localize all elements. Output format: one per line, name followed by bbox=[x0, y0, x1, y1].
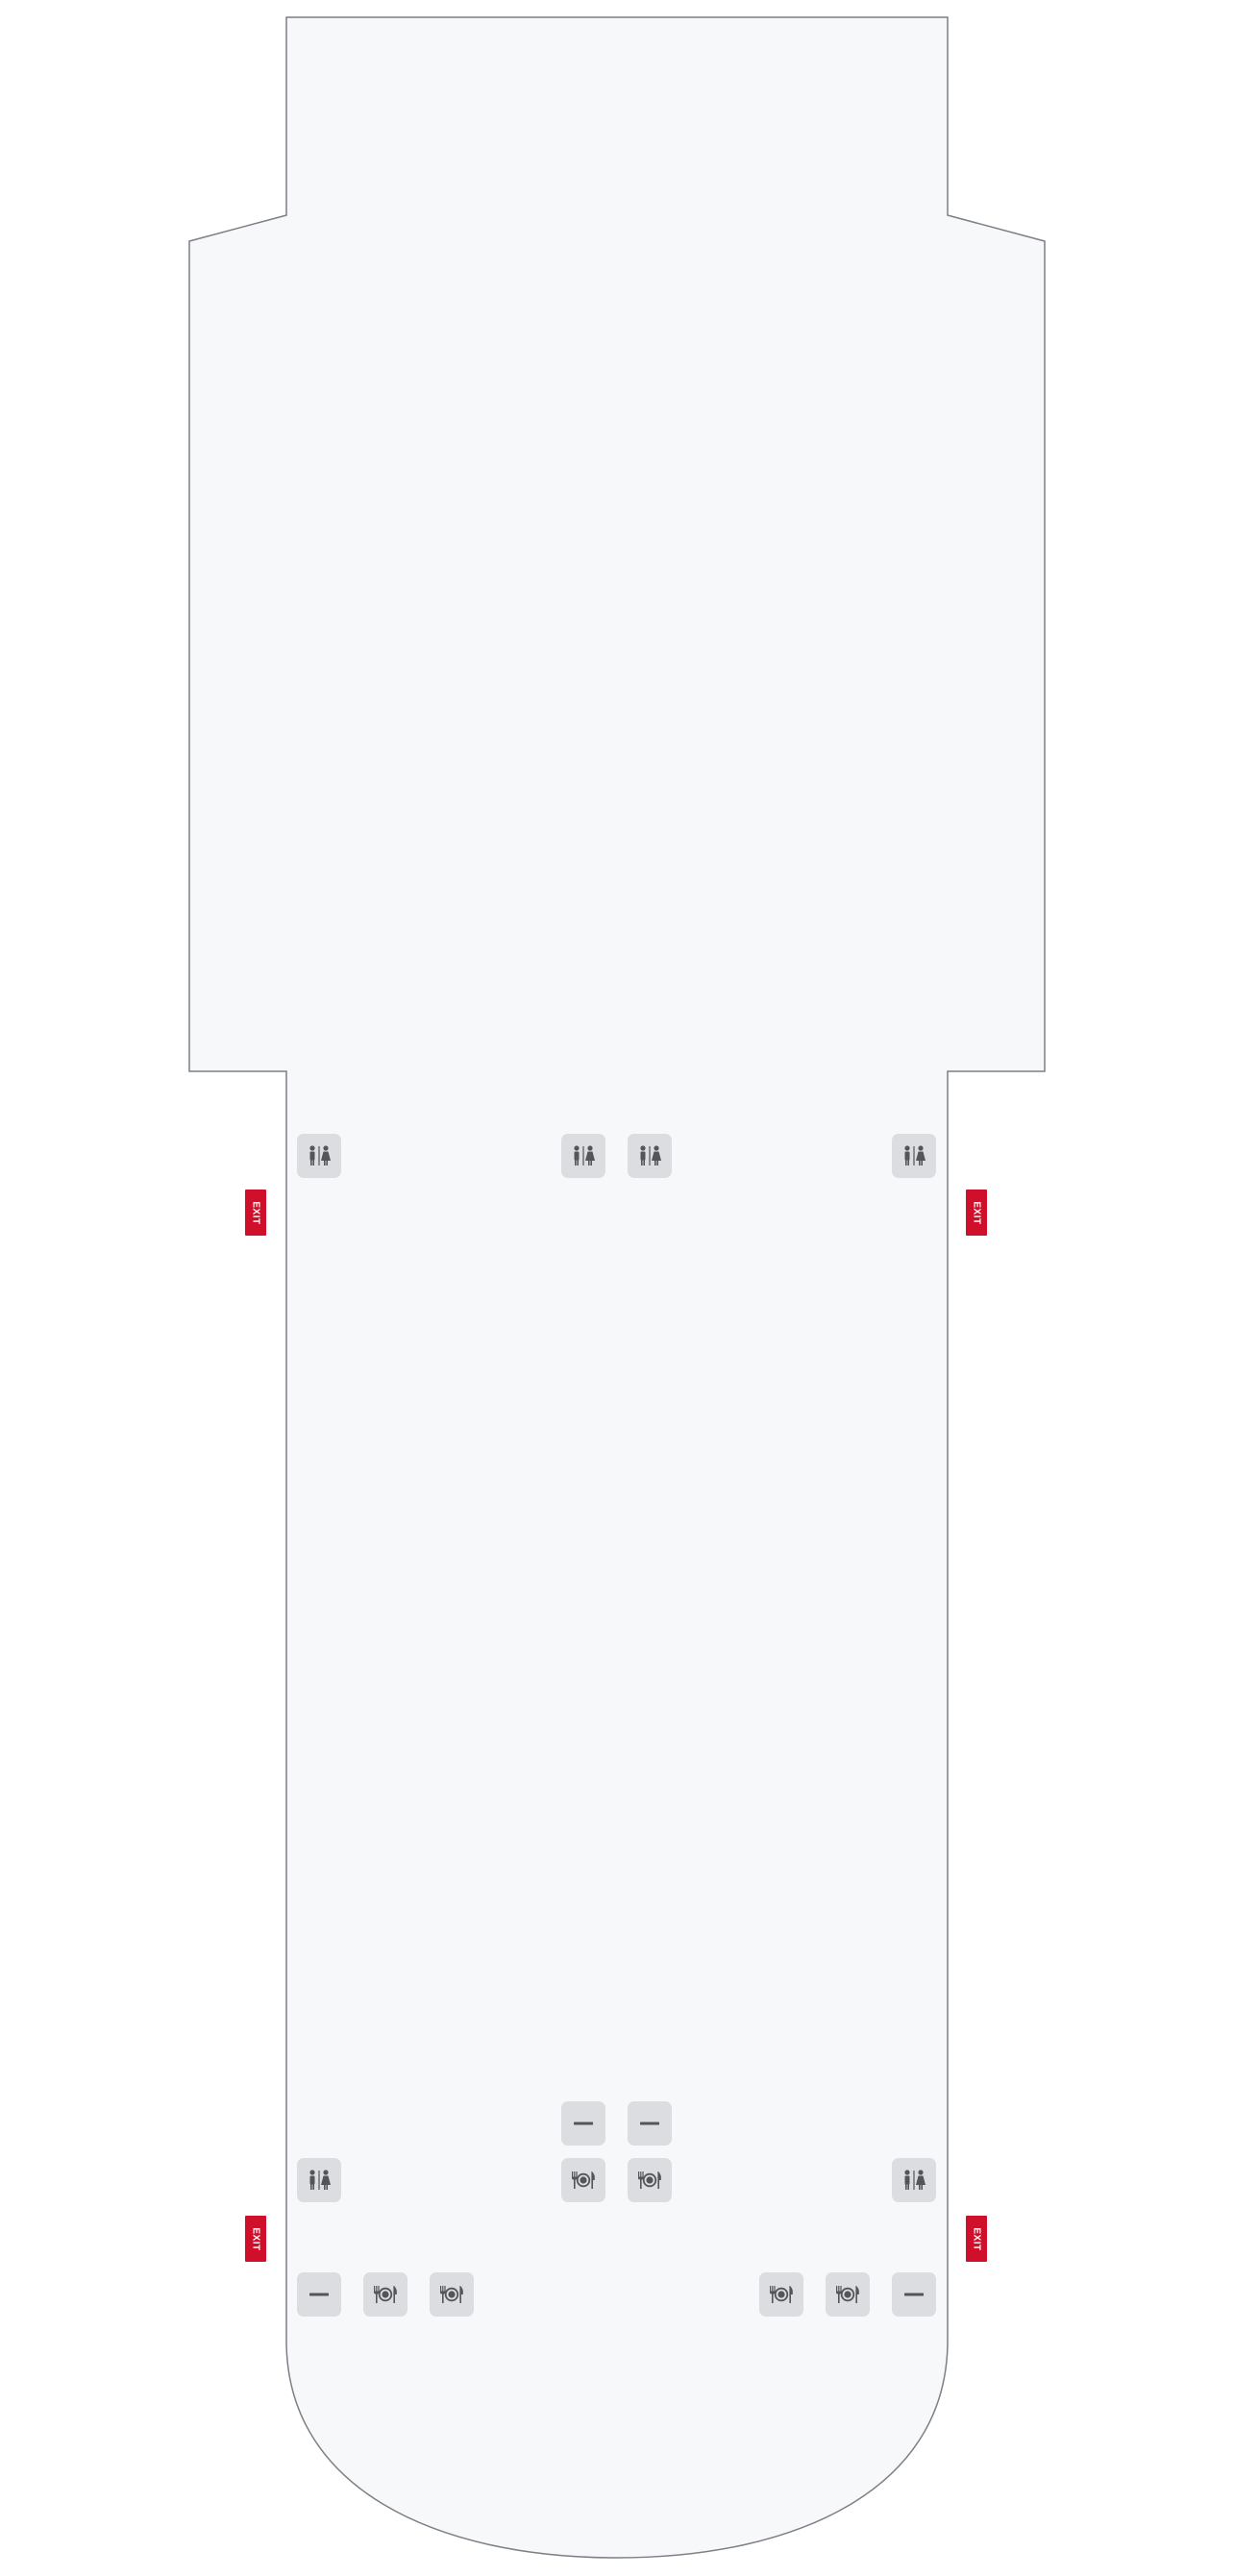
galley-icon bbox=[437, 2283, 466, 2306]
closet-facility bbox=[628, 2101, 672, 2146]
galley-icon bbox=[569, 2169, 598, 2192]
lavatory-facility bbox=[892, 2158, 936, 2202]
lavatory-icon bbox=[569, 1144, 598, 1167]
galley-facility bbox=[759, 2272, 803, 2317]
lavatory-facility bbox=[297, 2158, 341, 2202]
lavatory-facility bbox=[297, 1134, 341, 1178]
galley-facility bbox=[561, 2158, 605, 2202]
galley-icon bbox=[767, 2283, 796, 2306]
cabin-outline bbox=[188, 16, 1046, 2559]
exit-sign-left-front: EXIT bbox=[245, 1190, 266, 1236]
closet-facility bbox=[561, 2101, 605, 2146]
lavatory-icon bbox=[900, 2169, 928, 2192]
lavatory-facility bbox=[561, 1134, 605, 1178]
exit-label: EXIT bbox=[971, 1200, 982, 1225]
closet-facility bbox=[892, 2272, 936, 2317]
exit-sign-left-rear: EXIT bbox=[245, 2216, 266, 2262]
exit-label: EXIT bbox=[971, 2226, 982, 2251]
closet-icon bbox=[901, 2283, 926, 2306]
lavatory-icon bbox=[305, 2169, 333, 2192]
closet-facility bbox=[297, 2272, 341, 2317]
galley-icon bbox=[833, 2283, 862, 2306]
lavatory-icon bbox=[635, 1144, 664, 1167]
galley-facility bbox=[826, 2272, 870, 2317]
exit-sign-right-front: EXIT bbox=[966, 1190, 987, 1236]
lavatory-facility bbox=[892, 1134, 936, 1178]
lavatory-facility bbox=[628, 1134, 672, 1178]
closet-icon bbox=[637, 2112, 662, 2135]
closet-icon bbox=[307, 2283, 332, 2306]
exit-label: EXIT bbox=[250, 2226, 261, 2251]
lavatory-icon bbox=[305, 1144, 333, 1167]
lavatory-icon bbox=[900, 1144, 928, 1167]
exit-sign-right-rear: EXIT bbox=[966, 2216, 987, 2262]
galley-icon bbox=[371, 2283, 400, 2306]
galley-facility bbox=[363, 2272, 407, 2317]
exit-label: EXIT bbox=[250, 1200, 261, 1225]
galley-facility bbox=[430, 2272, 474, 2317]
galley-facility bbox=[628, 2158, 672, 2202]
galley-icon bbox=[635, 2169, 664, 2192]
closet-icon bbox=[571, 2112, 596, 2135]
